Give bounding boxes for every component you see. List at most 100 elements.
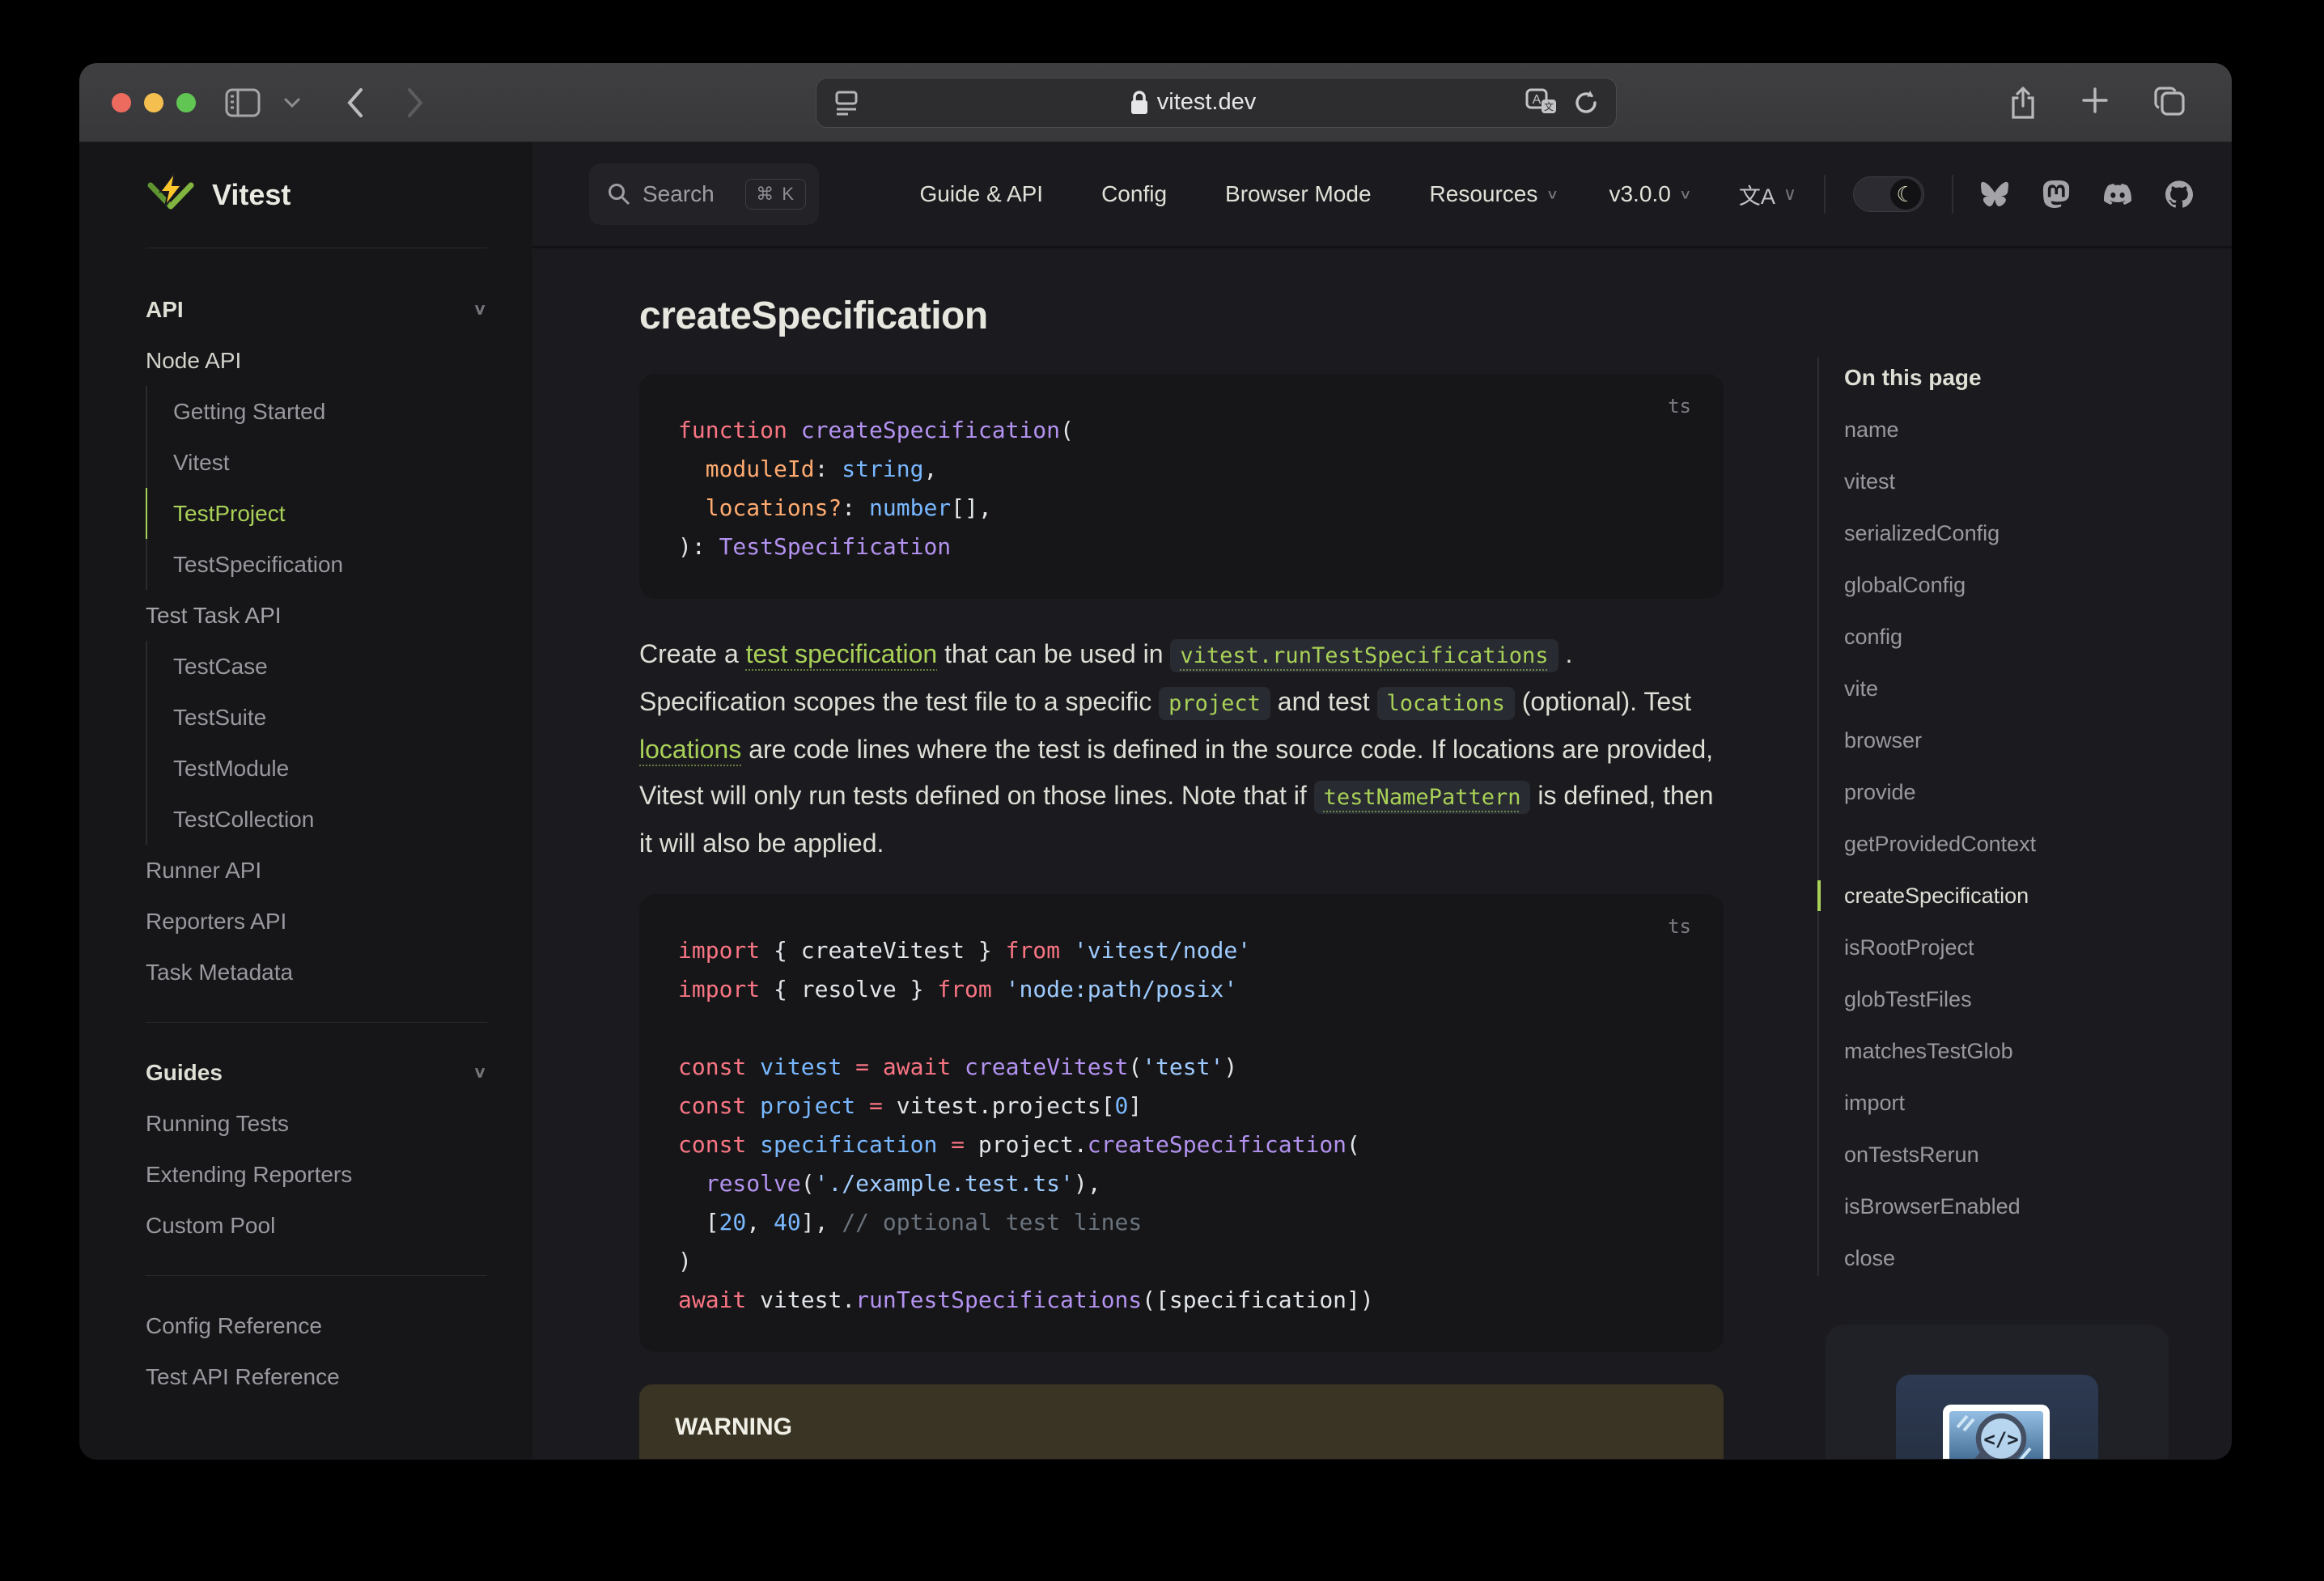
chevron-down-icon: ∨: [1546, 186, 1559, 201]
reader-icon[interactable]: [833, 87, 860, 118]
warning-title: WARNING: [675, 1414, 792, 1440]
outline-item[interactable]: getProvidedContext: [1844, 818, 2232, 870]
bluesky-icon[interactable]: [1981, 180, 2008, 208]
outline-panel: On this page name vitest serializedConfi…: [1817, 248, 2232, 1459]
language-selector[interactable]: 文A ∨: [1739, 179, 1796, 210]
reload-icon[interactable]: [1572, 88, 1600, 117]
outline-item[interactable]: name: [1844, 404, 2232, 456]
sidebar-item[interactable]: Custom Pool: [146, 1200, 487, 1251]
translate-icon: 文A: [1738, 184, 1775, 209]
main-nav: Guide & API Config Browser Mode Resource…: [920, 181, 1692, 207]
sidebar-nav: API ∨ Node API Getting Started Vitest Te…: [146, 248, 532, 1402]
sidebar-item[interactable]: TestModule: [146, 743, 487, 794]
url-text: vitest.dev: [1156, 89, 1257, 115]
outline-item[interactable]: isBrowserEnabled: [1844, 1180, 2232, 1232]
outline-item[interactable]: createSpecification: [1817, 870, 2232, 922]
github-icon[interactable]: [2165, 180, 2193, 208]
sidebar-item[interactable]: [146, 1275, 487, 1276]
sidebar-item[interactable]: API ∨: [146, 284, 487, 335]
sidebar-chevron-icon[interactable]: [283, 97, 301, 108]
tab-overview-icon[interactable]: [2152, 85, 2186, 121]
sidebar-item[interactable]: TestSuite: [146, 692, 487, 743]
sidebar-item[interactable]: Vitest: [146, 437, 487, 488]
sidebar-item[interactable]: Getting Started: [146, 386, 487, 437]
sidebar-item[interactable]: Runner API: [146, 845, 487, 896]
share-icon[interactable]: [2008, 85, 2038, 121]
zoom-window-button[interactable]: [176, 92, 196, 112]
vitest-logo-icon: [146, 171, 196, 219]
chevron-down-icon: ∨: [473, 1063, 487, 1082]
outline-item[interactable]: globalConfig: [1844, 559, 2232, 611]
page-title: createSpecification: [639, 295, 988, 337]
divider: [1952, 175, 1953, 214]
theme-toggle[interactable]: ☾: [1853, 176, 1924, 212]
translate-icon[interactable]: A文: [1525, 88, 1558, 117]
browser-toolbar: vitest.dev A文: [79, 63, 2232, 142]
svg-text:文: 文: [1544, 100, 1554, 112]
sidebar-item[interactable]: TestCase: [146, 641, 487, 692]
chevron-down-icon: ∨: [1783, 184, 1796, 204]
search-icon: [607, 182, 631, 206]
nav-item[interactable]: Resources ∨: [1430, 181, 1559, 207]
sidebar-item[interactable]: [146, 1022, 487, 1023]
outline-title: On this page: [1844, 365, 1982, 390]
sidebar-item[interactable]: TestCollection: [146, 794, 487, 845]
outline-item[interactable]: config: [1844, 611, 2232, 663]
logo[interactable]: Vitest: [146, 142, 487, 248]
outline-item[interactable]: provide: [1844, 766, 2232, 818]
forward-button[interactable]: [406, 87, 424, 118]
address-bar[interactable]: vitest.dev A文: [816, 77, 1617, 128]
close-window-button[interactable]: [112, 92, 131, 112]
outline-item[interactable]: close: [1844, 1232, 2232, 1284]
sidebar-item[interactable]: Test API Reference: [146, 1351, 487, 1402]
sidebar-toggle-icon[interactable]: [225, 88, 261, 117]
divider: [1824, 175, 1826, 214]
search-input[interactable]: Search ⌘ K: [589, 163, 819, 225]
outline-item[interactable]: browser: [1844, 714, 2232, 766]
browser-window: vitest.dev A文 Vitest API ∨ Node API Gett…: [79, 63, 2232, 1460]
nav-item[interactable]: Browser Mode: [1225, 181, 1380, 207]
sidebar-item[interactable]: TestSpecification: [146, 539, 487, 590]
sidebar-item[interactable]: Node API: [146, 335, 487, 386]
search-shortcut: ⌘ K: [745, 179, 806, 210]
outline-item[interactable]: import: [1844, 1077, 2232, 1129]
nav-item[interactable]: Guide & API: [920, 181, 1052, 207]
code-block-signature: ts function createSpecification( moduleI…: [639, 374, 1724, 599]
chevron-down-icon: ∨: [1678, 186, 1692, 201]
outline-item[interactable]: matchesTestGlob: [1844, 1025, 2232, 1077]
chevron-down-icon: ∨: [473, 300, 487, 319]
code-lang-badge: ts: [1668, 395, 1691, 418]
new-tab-icon[interactable]: [2080, 85, 2110, 121]
nav-item[interactable]: Config: [1101, 181, 1175, 207]
search-label: Search: [642, 181, 715, 206]
outline-item[interactable]: isRootProject: [1844, 922, 2232, 973]
site-header: Search ⌘ K Guide & API Config Browser Mo…: [532, 142, 2232, 248]
svg-text:A: A: [1533, 93, 1542, 107]
code-lang-badge: ts: [1668, 915, 1691, 938]
outline-item[interactable]: serializedConfig: [1844, 507, 2232, 559]
minimize-window-button[interactable]: [144, 92, 163, 112]
outline-item[interactable]: onTestsRerun: [1844, 1129, 2232, 1180]
outline-item[interactable]: vitest: [1844, 456, 2232, 507]
sidebar-item[interactable]: Reporters API: [146, 896, 487, 947]
logo-text: Vitest: [212, 178, 291, 211]
outline-list: name vitest serializedConfig globalConfi…: [1817, 404, 2232, 1284]
sidebar-item[interactable]: Config Reference: [146, 1300, 487, 1351]
outline-item[interactable]: globTestFiles: [1844, 973, 2232, 1025]
doc-content: createSpecification ts function createSp…: [639, 248, 1724, 1459]
sidebar-item[interactable]: Running Tests: [146, 1098, 487, 1149]
outline-item[interactable]: vite: [1844, 663, 2232, 714]
back-button[interactable]: [346, 87, 364, 118]
sidebar-item[interactable]: Task Metadata: [146, 947, 487, 998]
sidebar-item[interactable]: Extending Reporters: [146, 1149, 487, 1200]
lock-icon: [1130, 90, 1149, 116]
mastodon-icon[interactable]: [2042, 180, 2070, 208]
traffic-lights: [112, 92, 196, 112]
sidebar-item[interactable]: Test Task API: [146, 590, 487, 641]
sidebar-item[interactable]: TestProject: [146, 488, 487, 539]
nav-item[interactable]: v3.0.0 ∨: [1609, 181, 1691, 207]
discord-icon[interactable]: [2104, 180, 2131, 208]
sponsor-card[interactable]: </>: [1826, 1325, 2169, 1459]
sidebar-item[interactable]: Guides ∨: [146, 1047, 487, 1098]
warning-callout: WARNING createSpecification expects reso…: [639, 1384, 1724, 1459]
